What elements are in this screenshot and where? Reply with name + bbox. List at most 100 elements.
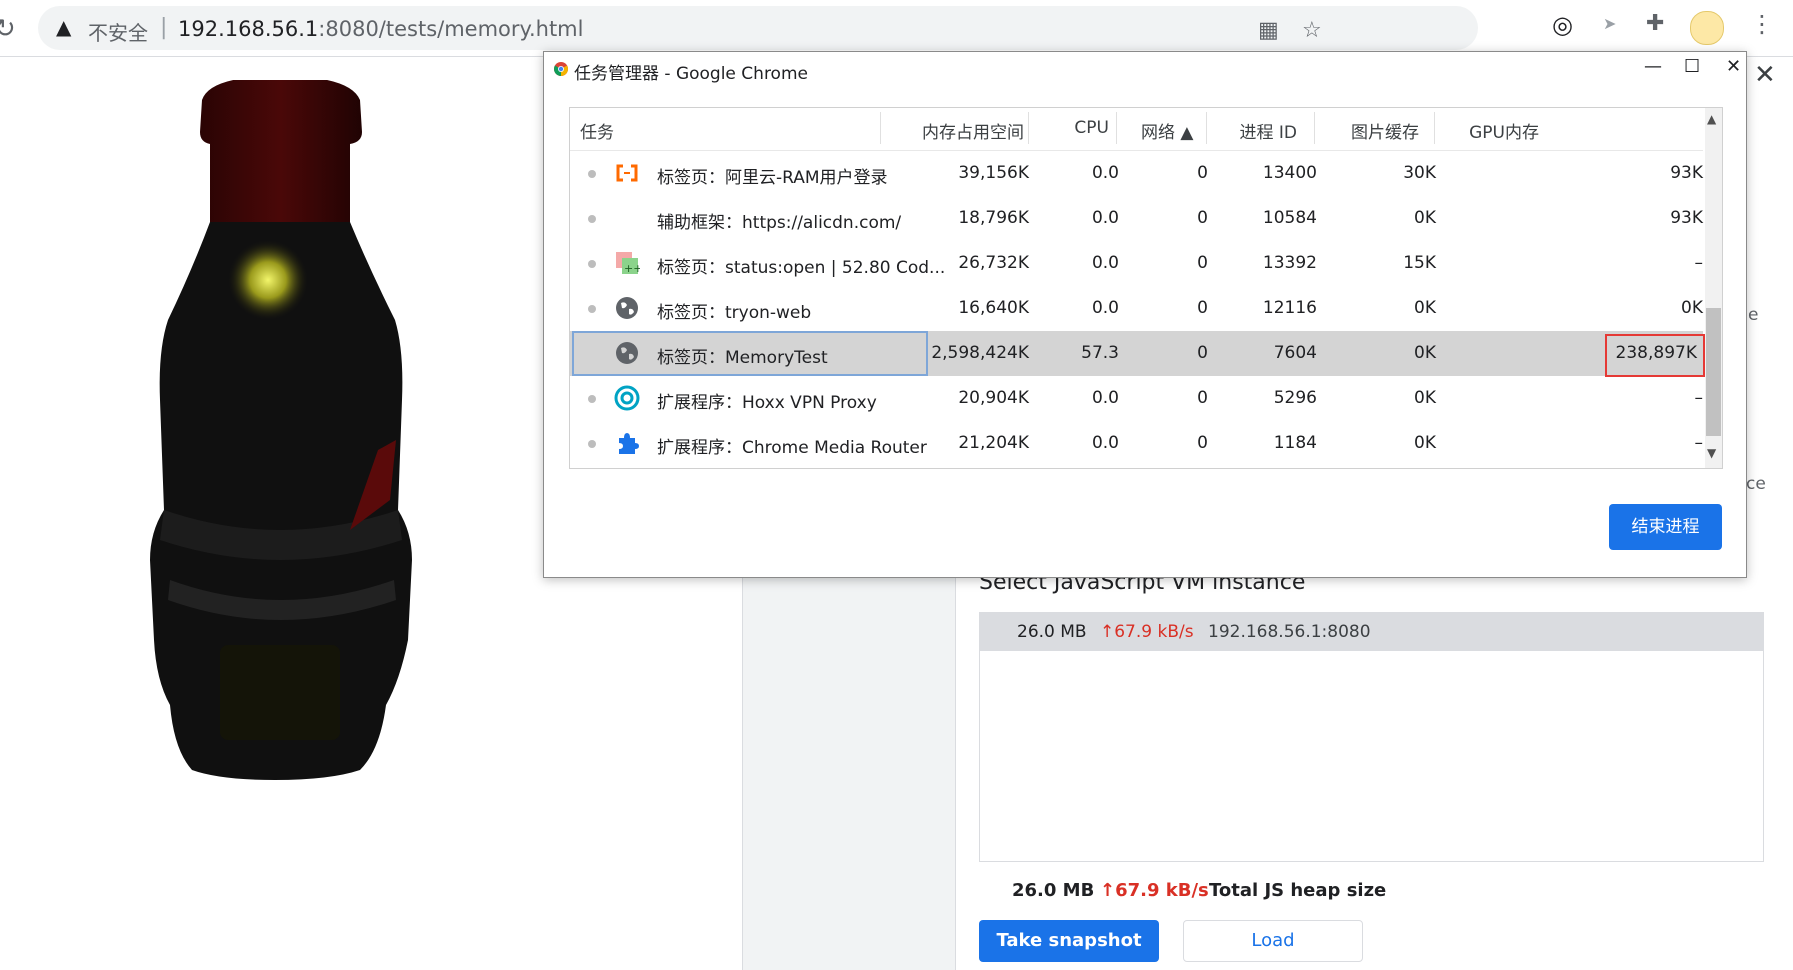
network-value: 0 <box>1197 163 1208 183</box>
gpu-memory-value: 93K <box>1670 208 1703 228</box>
total-heap-size: 26.0 MB <box>1012 880 1095 901</box>
insecure-label[interactable]: 不安全 <box>88 17 148 46</box>
address-bar[interactable]: ▲ 不安全 | 192.168.56.1:8080/tests/memory.h… <box>38 6 1478 50</box>
image-cache-value: 30K <box>1403 163 1436 183</box>
vm-instance-list: 26.0 MB ↑67.9 kB/s 192.168.56.1:8080 <box>979 612 1764 862</box>
task-row[interactable]: 辅助框架：https://alicdn.com/ 18,796K 0.0 0 1… <box>570 196 1703 241</box>
memory-value: 26,732K <box>958 253 1029 273</box>
column-divider <box>1028 112 1029 144</box>
column-divider <box>1206 112 1207 144</box>
network-value: 0 <box>1197 343 1208 363</box>
reload-icon[interactable]: ↻ <box>0 14 16 44</box>
table-scrollbar[interactable]: ▲ ▼ <box>1705 108 1722 468</box>
image-cache-value: 0K <box>1414 343 1436 363</box>
image-cache-value: 0K <box>1414 388 1436 408</box>
task-manager-title: 任务管理器 - Google Chrome <box>574 64 808 84</box>
scrollbar-thumb[interactable] <box>1706 308 1721 436</box>
column-header-gpu-memory[interactable]: GPU内存 <box>1469 118 1539 143</box>
task-manager-titlebar[interactable]: 任务管理器 - Google Chrome — ☐ ✕ <box>544 52 1746 86</box>
gpu-memory-value: – <box>1694 253 1704 273</box>
url-path: :8080/tests/memory.html <box>318 17 584 41</box>
column-header-pid[interactable]: 进程 ID <box>1239 118 1297 143</box>
aliyun-icon <box>616 164 638 182</box>
pid-value: 13400 <box>1262 163 1317 183</box>
load-button[interactable]: Load <box>1183 920 1363 962</box>
vm-heap-rate: ↑67.9 kB/s <box>1100 622 1194 642</box>
menu-kebab-icon[interactable]: ⋮ <box>1750 10 1774 38</box>
column-header-image-cache[interactable]: 图片缓存 <box>1351 118 1419 143</box>
column-divider <box>1434 112 1435 144</box>
network-value: 0 <box>1197 298 1208 318</box>
task-manager-window: 任务管理器 - Google Chrome — ☐ ✕ 任务 内存占用空间 CP… <box>543 51 1747 578</box>
take-snapshot-button[interactable]: Take snapshot <box>979 920 1159 962</box>
devtools-text-fragment: ce <box>1746 474 1766 494</box>
minimize-icon[interactable]: — <box>1644 56 1662 77</box>
column-header-task[interactable]: 任务 <box>580 118 614 143</box>
image-cache-value: 0K <box>1414 298 1436 318</box>
column-header-network[interactable]: 网络 ▲ <box>1141 118 1193 143</box>
devtools-close-icon[interactable]: ✕ <box>1754 60 1776 90</box>
task-table: 任务 内存占用空间 CPU 网络 ▲ 进程 ID 图片缓存 GPU内存 标签页：… <box>569 107 1723 469</box>
task-row[interactable]: 标签页：tryon-web 16,640K 0.0 0 12116 0K 0K <box>570 286 1703 331</box>
vm-instance-row[interactable]: 26.0 MB ↑67.9 kB/s 192.168.56.1:8080 <box>980 613 1763 651</box>
puzzle-icon <box>619 433 639 454</box>
cpu-value: 0.0 <box>1091 208 1119 228</box>
warning-icon[interactable]: ▲ <box>56 15 71 39</box>
image-cache-value: 0K <box>1414 208 1436 228</box>
column-divider <box>1116 112 1117 144</box>
window-close-icon[interactable]: ✕ <box>1726 56 1741 77</box>
row-bullet <box>588 170 596 178</box>
gpu-memory-value: 93K <box>1670 163 1703 183</box>
task-row[interactable]: 扩展程序：Hoxx VPN Proxy 20,904K 0.0 0 5296 0… <box>570 376 1703 421</box>
cpu-value: 0.0 <box>1091 388 1119 408</box>
pid-value: 10584 <box>1262 208 1317 228</box>
image-cache-value: 15K <box>1403 253 1436 273</box>
column-header-cpu[interactable]: CPU <box>1074 118 1109 138</box>
maximize-icon[interactable]: ☐ <box>1684 56 1700 77</box>
memory-value: 20,904K <box>958 388 1029 408</box>
devtools-profiles-sidebar <box>742 575 956 970</box>
bottle-model <box>150 76 412 780</box>
devtools-text-fragment: e <box>1748 305 1759 325</box>
gpu-memory-value: 238,897K <box>1615 343 1697 363</box>
column-header-memory[interactable]: 内存占用空间 <box>922 118 1024 143</box>
cast-extension-icon[interactable]: ➤ <box>1603 14 1616 33</box>
extensions-puzzle-icon[interactable]: ✚ <box>1646 11 1664 36</box>
gpu-memory-value: – <box>1694 388 1704 408</box>
cpu-value: 0.0 <box>1091 163 1119 183</box>
pid-value: 12116 <box>1262 298 1317 318</box>
task-row[interactable]: 标签页：阿里云-RAM用户登录 39,156K 0.0 0 13400 30K … <box>570 151 1703 196</box>
cpu-value: 0.0 <box>1091 433 1119 453</box>
hoxx-extension-icon[interactable]: ◎ <box>1552 11 1573 39</box>
globe-icon <box>616 342 638 364</box>
vm-host: 192.168.56.1:8080 <box>1208 622 1371 642</box>
task-row-selected[interactable]: 标签页：MemoryTest 2,598,424K 57.3 0 7604 0K… <box>570 331 1705 377</box>
bottle-render-canvas[interactable] <box>150 76 480 880</box>
chrome-logo-icon <box>554 62 568 76</box>
gerrit-icon: ++ <box>616 252 640 275</box>
column-divider <box>880 112 881 144</box>
qr-code-icon[interactable]: ▦ <box>1258 18 1279 43</box>
row-bullet <box>588 395 596 403</box>
row-bullet <box>588 305 596 313</box>
browser-toolbar: ↻ ▲ 不安全 | 192.168.56.1:8080/tests/memory… <box>0 0 1793 57</box>
pid-value: 5296 <box>1273 388 1317 408</box>
scroll-down-arrow-icon[interactable]: ▼ <box>1707 446 1716 460</box>
row-bullet <box>588 215 596 223</box>
url-text[interactable]: 192.168.56.1:8080/tests/memory.html <box>178 17 583 41</box>
bookmark-star-icon[interactable]: ☆ <box>1302 18 1322 43</box>
task-name: 标签页：MemoryTest <box>657 348 828 368</box>
end-process-button[interactable]: 结束进程 <box>1609 504 1722 550</box>
task-row[interactable]: 扩展程序：Chrome Media Router 21,204K 0.0 0 1… <box>570 421 1703 466</box>
hoxx-icon <box>614 385 640 411</box>
cpu-value: 0.0 <box>1091 253 1119 273</box>
memory-value: 21,204K <box>958 433 1029 453</box>
cpu-value: 57.3 <box>1081 343 1119 363</box>
task-row[interactable]: ++ 标签页：status:open | 52.80 Cod... 26,732… <box>570 241 1703 286</box>
globe-icon <box>616 297 638 319</box>
network-value: 0 <box>1197 388 1208 408</box>
profile-avatar[interactable] <box>1690 11 1724 45</box>
scroll-up-arrow-icon[interactable]: ▲ <box>1707 112 1716 126</box>
task-name: 扩展程序：Chrome Media Router <box>657 438 927 458</box>
total-heap-rate: ↑67.9 kB/s <box>1100 880 1209 901</box>
